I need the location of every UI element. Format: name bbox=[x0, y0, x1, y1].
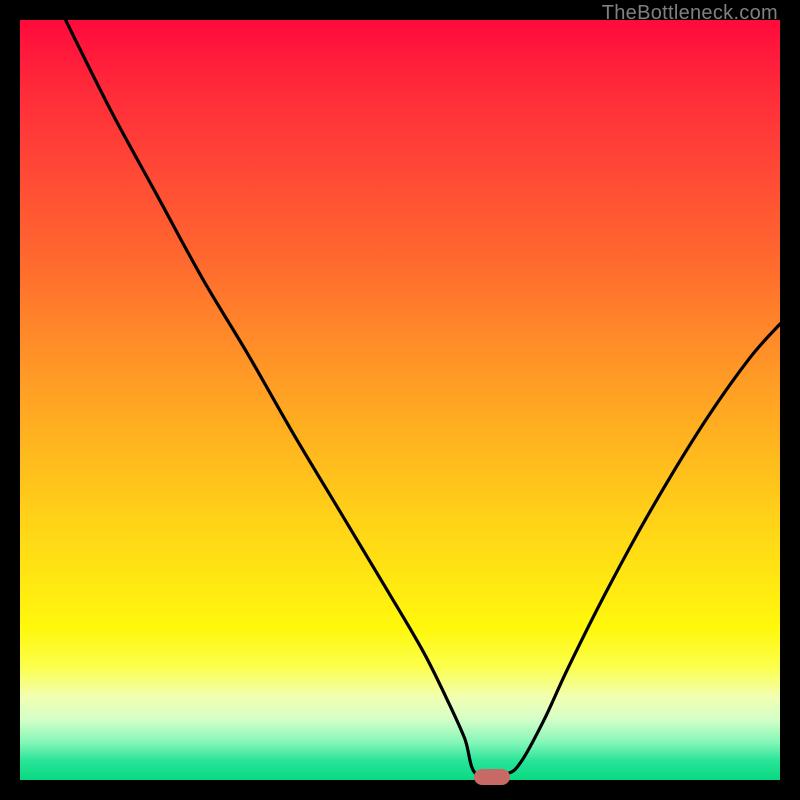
bottleneck-curve bbox=[20, 20, 780, 780]
chart-frame: TheBottleneck.com bbox=[0, 0, 800, 800]
plot-area bbox=[20, 20, 780, 780]
minimum-marker bbox=[474, 769, 510, 785]
